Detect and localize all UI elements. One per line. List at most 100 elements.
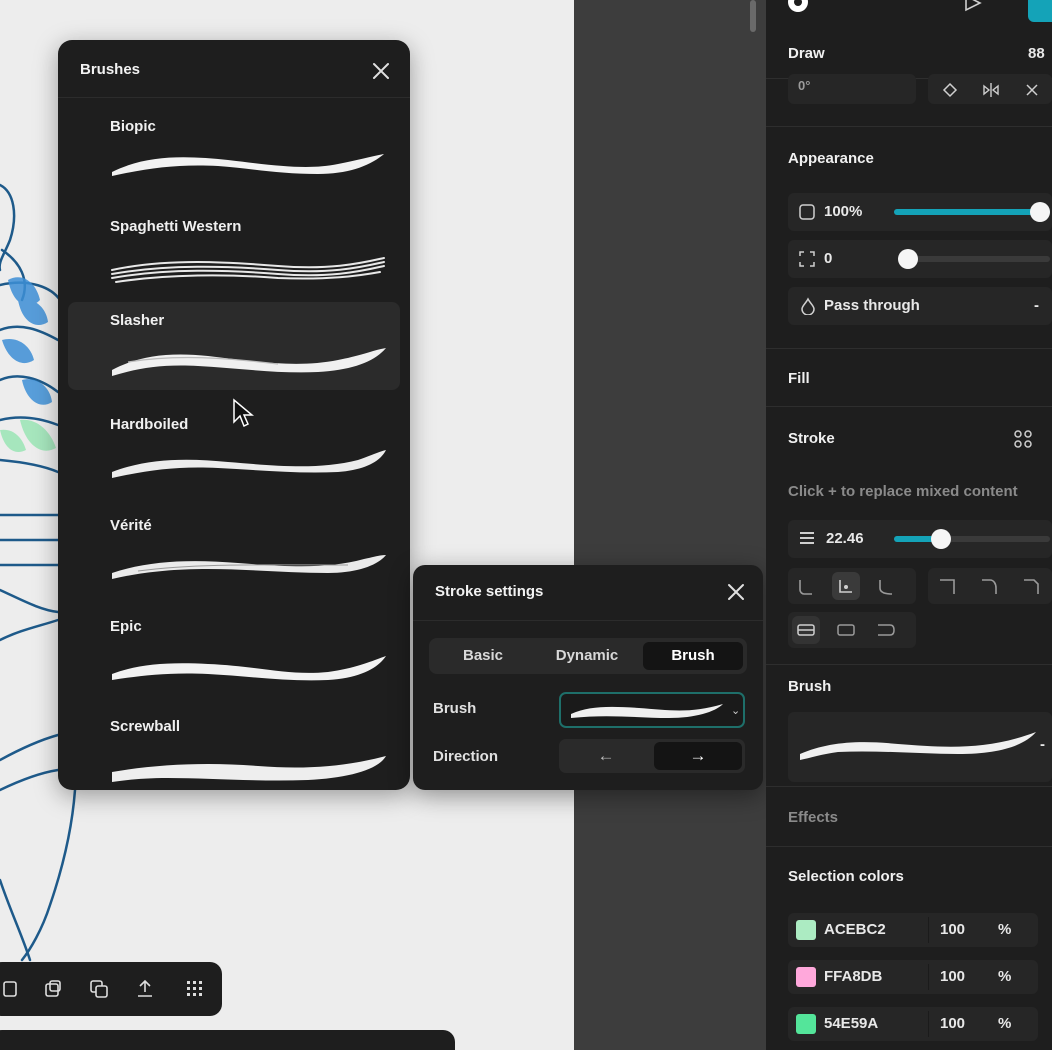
brush-preview-icon	[800, 732, 1036, 760]
brush-name: Spaghetti Western	[110, 218, 242, 235]
brush-label: Brush	[433, 700, 477, 717]
color-hex[interactable]: 54E59A	[824, 1015, 878, 1032]
diamond-icon[interactable]	[942, 82, 958, 98]
brush-select[interactable]: ⌄	[559, 692, 745, 728]
cap-square-icon[interactable]	[832, 572, 860, 600]
opacity-slider[interactable]	[894, 202, 1050, 222]
divider	[766, 786, 1052, 787]
color-swatch[interactable]	[796, 920, 816, 940]
opacity-slider-knob[interactable]	[1030, 202, 1050, 222]
panel-header-draw: Draw	[788, 45, 825, 62]
brush-item-slasher[interactable]: Slasher	[68, 302, 400, 390]
opacity-value[interactable]: 100%	[824, 203, 862, 220]
brush-item-spaghetti-western[interactable]: Spaghetti Western	[68, 208, 400, 296]
app-logo-icon[interactable]	[786, 0, 816, 16]
corner-slider-knob[interactable]	[898, 249, 918, 269]
stroke-inside-icon[interactable]	[792, 616, 820, 644]
duplicate-icon[interactable]	[88, 978, 110, 1000]
cap-none-icon[interactable]	[872, 572, 900, 600]
stroke-tabs: Basic Dynamic Brush	[429, 638, 747, 674]
blend-mode-select[interactable]: Pass through -	[788, 287, 1052, 325]
stroke-outside-icon[interactable]	[872, 616, 900, 644]
join-group	[928, 568, 1052, 604]
brush-preview-icon	[112, 154, 384, 176]
color-swatch[interactable]	[796, 967, 816, 987]
brush-item-verite[interactable]: Vérité	[68, 507, 400, 595]
close-icon[interactable]	[723, 579, 749, 605]
direction-right-button[interactable]: →	[654, 742, 742, 770]
corner-value[interactable]: 0	[824, 250, 832, 267]
color-opacity[interactable]: 100	[940, 921, 965, 938]
styles-icon[interactable]	[1012, 428, 1034, 450]
color-opacity[interactable]: 100	[940, 1015, 965, 1032]
stroke-center-icon[interactable]	[832, 616, 860, 644]
join-round-icon[interactable]	[976, 572, 1004, 600]
play-icon[interactable]	[962, 0, 984, 12]
close-icon[interactable]	[1024, 82, 1040, 98]
grid-icon[interactable]	[184, 978, 206, 1000]
tab-brush[interactable]: Brush	[643, 642, 743, 670]
flip-icon[interactable]	[982, 82, 1000, 98]
tab-basic[interactable]: Basic	[433, 642, 533, 670]
opacity-icon	[799, 204, 815, 220]
tab-dynamic[interactable]: Dynamic	[537, 642, 637, 670]
direction-label: Direction	[433, 748, 499, 765]
stroke-weight-icon	[800, 532, 814, 544]
fill-title: Fill	[788, 370, 810, 387]
stroke-weight-slider[interactable]	[894, 529, 1050, 549]
brush-item-screwball[interactable]: Screwball	[68, 708, 400, 790]
chevron-down-icon: ⌄	[731, 705, 741, 717]
brush-item-epic[interactable]: Epic	[68, 608, 400, 696]
selection-color-row[interactable]: ACEBC2 100 %	[788, 913, 1038, 947]
appearance-title: Appearance	[788, 150, 874, 167]
close-icon[interactable]	[368, 58, 394, 84]
brush-item-biopic[interactable]: Biopic	[68, 108, 400, 196]
brush-name: Biopic	[110, 118, 156, 135]
stroke-hint: Click + to replace mixed content	[788, 483, 1018, 500]
scrollbar[interactable]	[750, 0, 756, 32]
brush-preview-icon	[112, 756, 386, 782]
brush-preview-icon	[112, 348, 386, 376]
join-bevel-icon[interactable]	[1018, 572, 1046, 600]
join-miter-icon[interactable]	[934, 572, 962, 600]
stroke-slider-knob[interactable]	[931, 529, 951, 549]
bottom-toolbar	[0, 962, 222, 1016]
rotation-value: 0°	[798, 78, 811, 93]
align-group	[928, 74, 1052, 104]
export-icon[interactable]	[134, 978, 156, 1000]
color-opacity[interactable]: 100	[940, 968, 965, 985]
copy-icon[interactable]	[0, 978, 22, 1000]
brush-preview-icon	[112, 450, 386, 478]
selection-color-row[interactable]: 54E59A 100 %	[788, 1007, 1038, 1041]
direction-toggle: ← →	[559, 739, 745, 773]
share-button[interactable]	[1028, 0, 1052, 22]
divider	[766, 348, 1052, 349]
divider	[928, 1011, 929, 1037]
stroke-weight-value[interactable]: 22.46	[826, 530, 864, 547]
stroke-settings-title: Stroke settings	[435, 583, 544, 600]
cursor-icon	[233, 398, 254, 428]
cap-round-icon[interactable]	[792, 572, 820, 600]
rotation-field[interactable]: 0°	[788, 74, 916, 104]
color-swatch[interactable]	[796, 1014, 816, 1034]
brush-name: Epic	[110, 618, 142, 635]
brushes-header: Brushes	[58, 40, 410, 98]
selection-color-row[interactable]: FFA8DB 100 %	[788, 960, 1038, 994]
corner-slider[interactable]	[898, 249, 1050, 269]
brush-name: Slasher	[110, 312, 165, 329]
brush-preview-icon	[112, 555, 386, 579]
color-hex[interactable]: ACEBC2	[824, 921, 886, 938]
brush-title: Brush	[788, 678, 832, 695]
brush-name: Hardboiled	[110, 416, 189, 433]
color-hex[interactable]: FFA8DB	[824, 968, 882, 985]
brushes-title: Brushes	[80, 61, 141, 78]
zoom-value[interactable]: 88	[1028, 45, 1045, 62]
brush-preview-select[interactable]: -	[788, 712, 1052, 782]
stroke-weight-row: 22.46	[788, 520, 1052, 558]
direction-left-button[interactable]: ←	[562, 742, 650, 770]
divider	[928, 917, 929, 943]
cap-group	[788, 568, 916, 604]
stroke-settings-popover: Stroke settings Basic Dynamic Brush Brus…	[413, 565, 763, 790]
paste-icon[interactable]	[42, 978, 64, 1000]
divider	[766, 846, 1052, 847]
